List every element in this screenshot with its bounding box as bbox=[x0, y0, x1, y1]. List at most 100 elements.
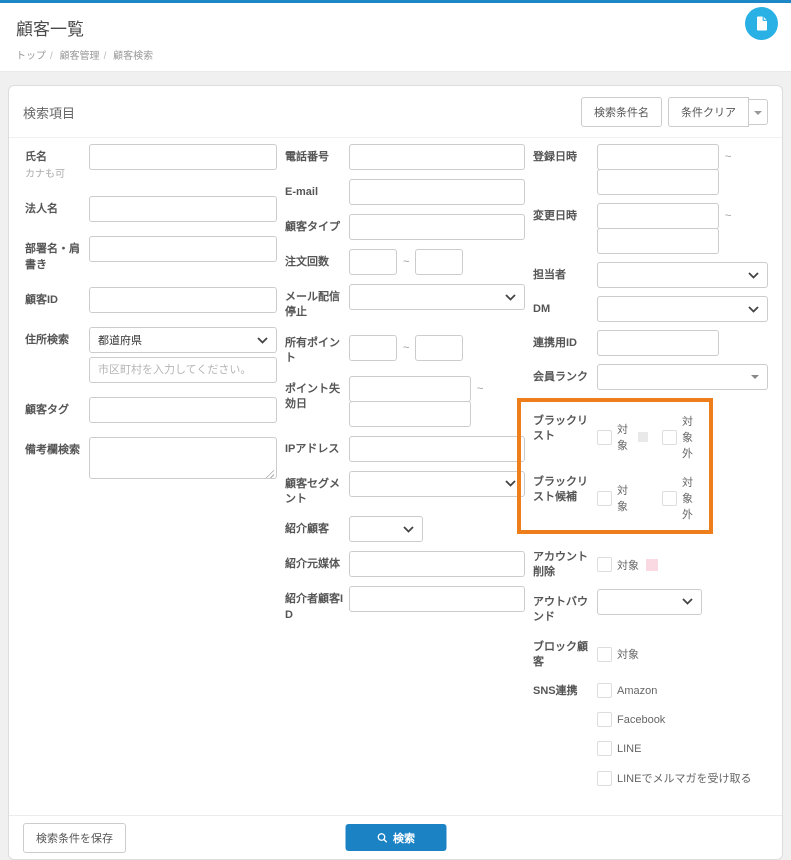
checkbox-label: Amazon bbox=[617, 684, 658, 697]
email-input[interactable] bbox=[349, 179, 525, 205]
field-label: メール配信停止 bbox=[285, 291, 340, 319]
field-corporate-name: 法人名 bbox=[25, 196, 277, 223]
field-label: 住所検索 bbox=[25, 334, 69, 347]
notes-textarea[interactable] bbox=[89, 437, 277, 480]
chevron-down-icon bbox=[403, 526, 414, 533]
form-column-right: 登録日時 ~ 変更日時 ~ 担当者 DM 連携用ID 会員ランク ブラックリスト… bbox=[517, 144, 768, 803]
field-label: ブラックリスト候補 bbox=[533, 476, 588, 504]
field-order-count: 注文回数 ~ bbox=[285, 249, 525, 275]
customer-type-input[interactable] bbox=[349, 214, 525, 240]
breadcrumb-home[interactable]: トップ bbox=[16, 51, 46, 62]
field-customer-tag: 顧客タグ bbox=[25, 397, 277, 424]
search-icon bbox=[376, 832, 388, 844]
points-max-input[interactable] bbox=[415, 335, 464, 362]
updated-end-input[interactable] bbox=[597, 228, 719, 254]
field-label-note: カナも可 bbox=[25, 169, 65, 181]
field-block-customer: ブロック顧客 対象 bbox=[533, 634, 768, 671]
range-tilde: ~ bbox=[403, 342, 410, 355]
referrer-customer-id-input[interactable] bbox=[349, 586, 525, 613]
checkbox-label: 対象 bbox=[617, 485, 628, 513]
caret-down-icon bbox=[751, 375, 759, 379]
sns-line-mailmagazine-checkbox[interactable] bbox=[597, 770, 612, 786]
form-column-left: 氏名 カナも可 法人名 部署名・肩書き 顧客ID 住所検索 都道府県 市区町村を… bbox=[25, 144, 277, 803]
field-email: E-mail bbox=[285, 179, 525, 205]
clear-conditions-button[interactable]: 条件クリア bbox=[668, 97, 749, 127]
sns-option-amazon: Amazon bbox=[597, 678, 768, 699]
sns-line-checkbox[interactable] bbox=[597, 741, 612, 757]
field-label: 顧客タイプ bbox=[285, 221, 340, 233]
field-account-delete: アカウント削除 対象 bbox=[533, 544, 768, 581]
document-copy-icon bbox=[754, 15, 769, 32]
range-tilde: ~ bbox=[477, 382, 484, 395]
department-input[interactable] bbox=[89, 236, 277, 263]
mail-stop-select[interactable] bbox=[349, 284, 525, 310]
caret-down-icon bbox=[754, 111, 762, 115]
field-phone: 電話番号 bbox=[285, 144, 525, 170]
save-conditions-button[interactable]: 検索条件を保存 bbox=[23, 822, 126, 853]
breadcrumb-separator: / bbox=[50, 51, 53, 62]
condition-name-button[interactable]: 検索条件名 bbox=[581, 97, 662, 127]
checkbox-label: 対象 bbox=[617, 424, 628, 452]
referral-customer-select[interactable] bbox=[349, 516, 423, 543]
registered-start-input[interactable] bbox=[597, 144, 719, 170]
field-staff: 担当者 bbox=[533, 262, 768, 288]
ip-address-input[interactable] bbox=[349, 435, 525, 462]
field-member-rank: 会員ランク bbox=[533, 364, 768, 390]
copy-page-button[interactable] bbox=[745, 7, 778, 40]
member-rank-select[interactable] bbox=[597, 364, 768, 390]
point-expiry-end-input[interactable] bbox=[349, 400, 471, 427]
order-count-min-input[interactable] bbox=[349, 249, 397, 275]
search-button[interactable]: 検索 bbox=[345, 824, 446, 852]
breadcrumb: トップ / 顧客管理 / 顧客検索 bbox=[16, 47, 775, 62]
segment-select[interactable] bbox=[349, 470, 525, 497]
order-count-max-input[interactable] bbox=[415, 249, 464, 275]
prefecture-select[interactable]: 都道府県 bbox=[89, 327, 277, 354]
name-input[interactable] bbox=[89, 144, 277, 170]
field-name: 氏名 カナも可 bbox=[25, 144, 277, 182]
field-label: 顧客ID bbox=[25, 294, 58, 307]
referral-source-input[interactable] bbox=[349, 551, 525, 578]
breadcrumb-customer-management[interactable]: 顧客管理 bbox=[60, 51, 100, 62]
clear-conditions-caret-button[interactable] bbox=[748, 99, 768, 125]
account-delete-target-checkbox[interactable] bbox=[597, 557, 612, 573]
customer-id-input[interactable] bbox=[89, 287, 277, 314]
chevron-down-icon bbox=[257, 337, 268, 344]
field-blacklist-candidate: ブラックリスト候補 対象 対象外 bbox=[533, 469, 703, 522]
field-label: 注文回数 bbox=[285, 256, 329, 268]
staff-select[interactable] bbox=[597, 262, 768, 288]
chevron-down-icon bbox=[748, 305, 759, 313]
field-label: 備考欄検索 bbox=[25, 444, 80, 457]
chevron-down-icon bbox=[505, 293, 516, 301]
customer-tag-input[interactable] bbox=[89, 397, 277, 424]
field-label: 紹介元媒体 bbox=[285, 558, 340, 571]
blacklist-candidate-exclude-checkbox[interactable] bbox=[662, 490, 677, 506]
blacklist-target-checkbox[interactable] bbox=[597, 429, 612, 445]
registered-end-input[interactable] bbox=[597, 169, 719, 195]
point-expiry-start-input[interactable] bbox=[349, 375, 471, 402]
city-input[interactable] bbox=[89, 357, 277, 384]
outbound-select[interactable] bbox=[597, 588, 702, 615]
block-customer-target-checkbox[interactable] bbox=[597, 646, 612, 662]
sns-facebook-checkbox[interactable] bbox=[597, 712, 612, 728]
chevron-down-icon bbox=[682, 598, 693, 606]
breadcrumb-current: 顧客検索 bbox=[113, 51, 154, 62]
phone-input[interactable] bbox=[349, 144, 525, 170]
field-label: 紹介者顧客ID bbox=[285, 593, 344, 621]
link-id-input[interactable] bbox=[597, 330, 719, 356]
updated-start-input[interactable] bbox=[597, 203, 719, 229]
dm-select[interactable] bbox=[597, 296, 768, 322]
corporate-name-input[interactable] bbox=[89, 196, 277, 223]
chevron-down-icon bbox=[748, 271, 759, 279]
blacklist-exclude-checkbox[interactable] bbox=[662, 429, 677, 445]
points-min-input[interactable] bbox=[349, 335, 397, 362]
prefecture-select-value: 都道府県 bbox=[98, 335, 142, 348]
field-label: 所有ポイント bbox=[285, 336, 340, 365]
sns-amazon-checkbox[interactable] bbox=[597, 683, 612, 699]
field-label: DM bbox=[533, 303, 551, 315]
checkbox-label: LINE bbox=[617, 742, 642, 755]
search-panel-header: 検索項目 検索条件名 条件クリア bbox=[9, 86, 782, 137]
sns-option-line-mailmagazine: LINEでメルマガを受け取る bbox=[597, 765, 768, 786]
field-ip-address: IPアドレス bbox=[285, 435, 525, 462]
blacklist-candidate-target-checkbox[interactable] bbox=[597, 490, 612, 506]
page-title: 顧客一覧 bbox=[16, 20, 84, 39]
